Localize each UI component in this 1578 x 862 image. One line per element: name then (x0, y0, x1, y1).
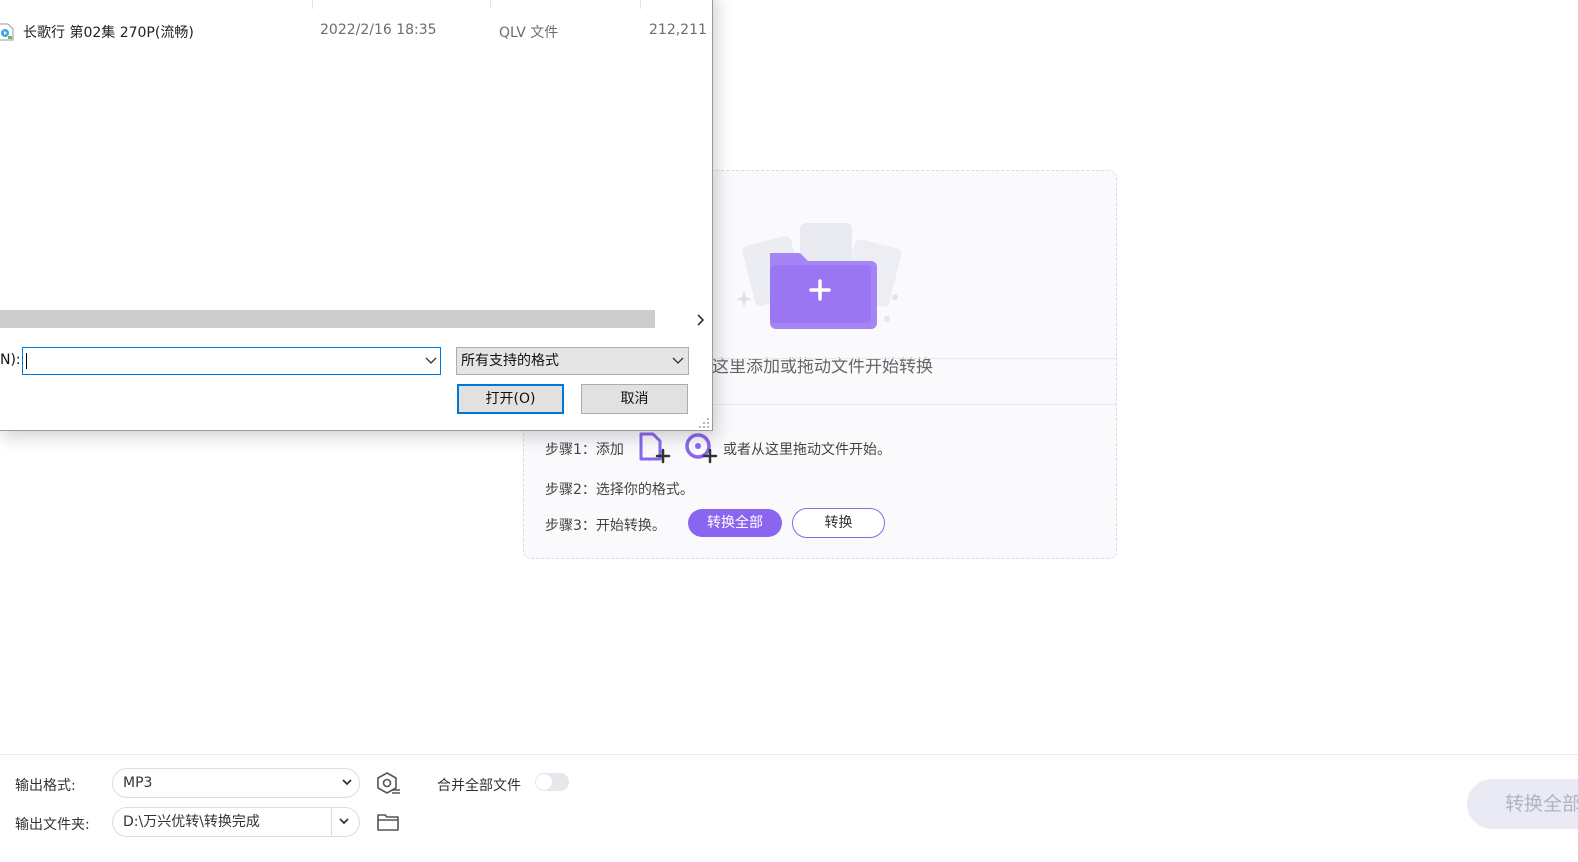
chevron-down-icon[interactable] (424, 355, 438, 367)
file-name: 长歌行 第02集 270P(流畅) (23, 25, 194, 41)
add-folder-illustration-icon[interactable] (730, 215, 910, 330)
toggle-knob (536, 774, 552, 790)
cancel-button[interactable]: 取消 (581, 384, 688, 414)
convert-all-button[interactable]: 转换全部 (1467, 779, 1578, 829)
output-format-value: MP3 (123, 775, 153, 791)
merge-files-toggle[interactable] (535, 773, 569, 791)
output-folder-value: D:\万兴优转\转换完成 (123, 814, 260, 830)
output-format-label: 输出格式: (15, 778, 76, 794)
output-format-select[interactable]: MP3 (112, 768, 360, 798)
file-type-value: 所有支持的格式 (461, 353, 559, 369)
video-file-icon (0, 23, 14, 41)
step1-suffix: 或者从这里拖动文件开始。 (723, 442, 891, 458)
file-type-select[interactable]: 所有支持的格式 (456, 347, 689, 375)
convert-pill-button[interactable]: 转换 (792, 508, 885, 538)
file-type: QLV 文件 (499, 25, 559, 41)
file-date: 2022/2/16 18:35 (320, 22, 437, 38)
filename-input[interactable] (22, 347, 441, 375)
column-separator[interactable] (490, 0, 491, 9)
step3-label: 步骤3：开始转换。 (545, 518, 666, 534)
horizontal-scrollbar[interactable] (0, 310, 655, 328)
output-folder-label: 输出文件夹: (15, 817, 90, 833)
filename-label: N): (0, 352, 21, 368)
step2-label: 步骤2：选择你的格式。 (545, 482, 694, 498)
folder-icon[interactable] (376, 812, 400, 832)
file-list-row[interactable]: 长歌行 第02集 270P(流畅) 2022/2/16 18:35 QLV 文件… (0, 20, 712, 44)
add-disc-icon[interactable] (683, 432, 719, 464)
chevron-down-icon[interactable] (338, 816, 350, 826)
column-separator[interactable] (640, 0, 641, 9)
format-settings-icon[interactable] (375, 771, 401, 797)
text-cursor (26, 353, 27, 369)
divider (331, 808, 332, 836)
output-folder-select[interactable]: D:\万兴优转\转换完成 (112, 807, 360, 837)
chevron-down-icon (672, 357, 684, 364)
step1-label: 步骤1：添加 (545, 442, 624, 458)
file-size: 212,211 (649, 22, 707, 38)
convert-all-pill-button[interactable]: 转换全部 (688, 509, 782, 537)
resize-grip-icon[interactable] (698, 417, 710, 429)
open-button[interactable]: 打开(O) (457, 384, 564, 414)
drop-hint-text: 这里添加或拖动文件开始转换 (712, 357, 933, 377)
chevron-down-icon (342, 779, 352, 786)
merge-files-label: 合并全部文件 (437, 778, 521, 794)
column-separator[interactable] (312, 0, 313, 9)
add-file-icon[interactable] (638, 432, 672, 464)
scroll-right-icon[interactable] (695, 313, 707, 327)
